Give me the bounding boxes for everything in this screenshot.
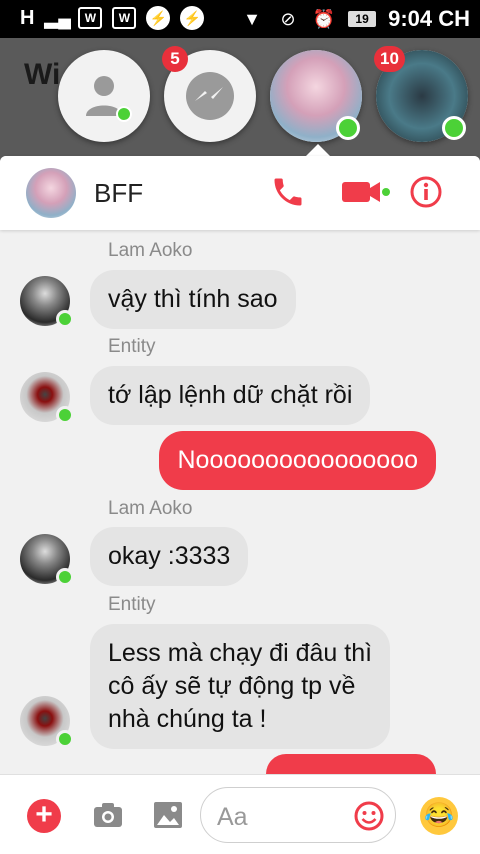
message-bubble[interactable]: tớ lập lệnh dữ chặt rồi <box>90 366 371 425</box>
group-avatar[interactable] <box>26 168 76 218</box>
camera-icon[interactable] <box>92 799 124 831</box>
plus-icon[interactable]: + <box>27 799 61 833</box>
online-indicator <box>56 310 74 328</box>
messenger-icon: ⚡ <box>146 6 171 30</box>
avatar[interactable] <box>20 534 74 586</box>
message-bubble-outgoing[interactable]: Noooooooooooooooo <box>159 431 436 490</box>
online-indicator <box>116 106 132 122</box>
unread-badge: 10 <box>374 46 405 72</box>
status-bar: H ▂▄ W W ⚡ ⚡ ▼ ⊘ ⏰ 19 9:04 CH <box>0 0 480 38</box>
online-indicator <box>442 116 466 140</box>
chat-head-messenger[interactable]: 5 <box>162 46 256 142</box>
wifi-icon: ▼ <box>243 9 261 29</box>
unread-badge: 5 <box>162 46 188 72</box>
message-list[interactable]: Lam Aoko vậy thì tính sao Entity tớ lập … <box>0 230 480 774</box>
online-indicator <box>56 406 74 424</box>
image-icon[interactable] <box>152 799 184 831</box>
online-indicator <box>336 116 360 140</box>
message-line: nhà chúng ta ! <box>108 705 267 733</box>
chat-head-anime[interactable]: 10 <box>374 46 468 142</box>
message-input[interactable]: Aa <box>200 787 396 843</box>
sender-name: Entity <box>108 594 156 615</box>
chat-header: BFF <box>0 156 480 230</box>
message-bubble-outgoing-partial[interactable] <box>266 754 436 774</box>
chat-head-contact[interactable] <box>58 50 150 142</box>
online-indicator <box>56 568 74 586</box>
conversation-title[interactable]: BFF <box>94 178 143 209</box>
laughing-emoji-icon[interactable]: 😂 <box>420 797 458 835</box>
composer-bar: + Aa 😂 <box>0 774 480 854</box>
network-type: H <box>20 6 35 29</box>
message-bubble[interactable]: Less mà chạy đi đâu thì cô ấy sẽ tự động… <box>90 624 391 749</box>
do-not-disturb-icon: ⊘ <box>280 9 296 29</box>
phone-call-icon[interactable] <box>270 174 306 210</box>
w-app-icon: W <box>78 7 103 29</box>
message-input-placeholder: Aa <box>217 803 248 831</box>
chat-head-bff[interactable] <box>270 50 362 142</box>
signal-icon: ▂▄ <box>44 8 72 28</box>
avatar[interactable] <box>20 696 74 748</box>
active-head-pointer <box>306 144 330 156</box>
message-bubble[interactable]: okay :3333 <box>90 527 249 586</box>
sender-name: Entity <box>108 336 156 357</box>
sender-name: Lam Aoko <box>108 240 193 261</box>
message-line: cô ấy sẽ tự động tp về <box>108 672 356 700</box>
video-call-icon[interactable] <box>342 174 390 210</box>
chat-heads-bar: 5 10 <box>0 38 480 158</box>
person-icon <box>58 50 150 142</box>
clock: 9:04 CH <box>388 6 470 31</box>
alarm-icon: ⏰ <box>312 9 336 29</box>
avatar[interactable] <box>20 372 74 424</box>
message-bubble[interactable]: vậy thì tính sao <box>90 270 296 329</box>
message-line: Less mà chạy đi đâu thì <box>108 639 373 667</box>
smiley-icon[interactable] <box>353 800 385 832</box>
avatar[interactable] <box>20 276 74 328</box>
online-indicator <box>56 730 74 748</box>
w-app-icon: W <box>112 7 137 29</box>
battery-icon: 19 <box>348 11 377 27</box>
chat-panel: BFF Lam Aoko vậy thì tính sao Entity tớ … <box>0 156 480 854</box>
messenger-icon: ⚡ <box>180 6 205 30</box>
sender-name: Lam Aoko <box>108 498 193 519</box>
info-icon[interactable] <box>408 174 444 210</box>
